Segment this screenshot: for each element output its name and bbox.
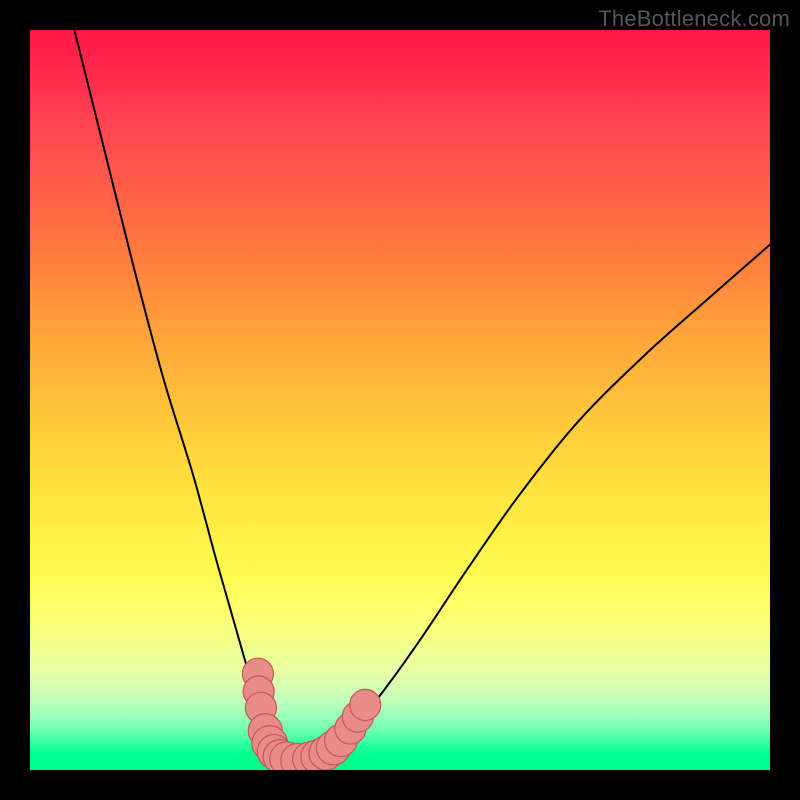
outer-frame: TheBottleneck.com <box>0 0 800 800</box>
chart-svg <box>30 30 770 770</box>
data-marker <box>350 689 381 720</box>
marker-group <box>242 658 380 770</box>
watermark-text: TheBottleneck.com <box>598 6 790 32</box>
bottleneck-curve-line <box>74 30 770 763</box>
plot-area <box>30 30 770 770</box>
